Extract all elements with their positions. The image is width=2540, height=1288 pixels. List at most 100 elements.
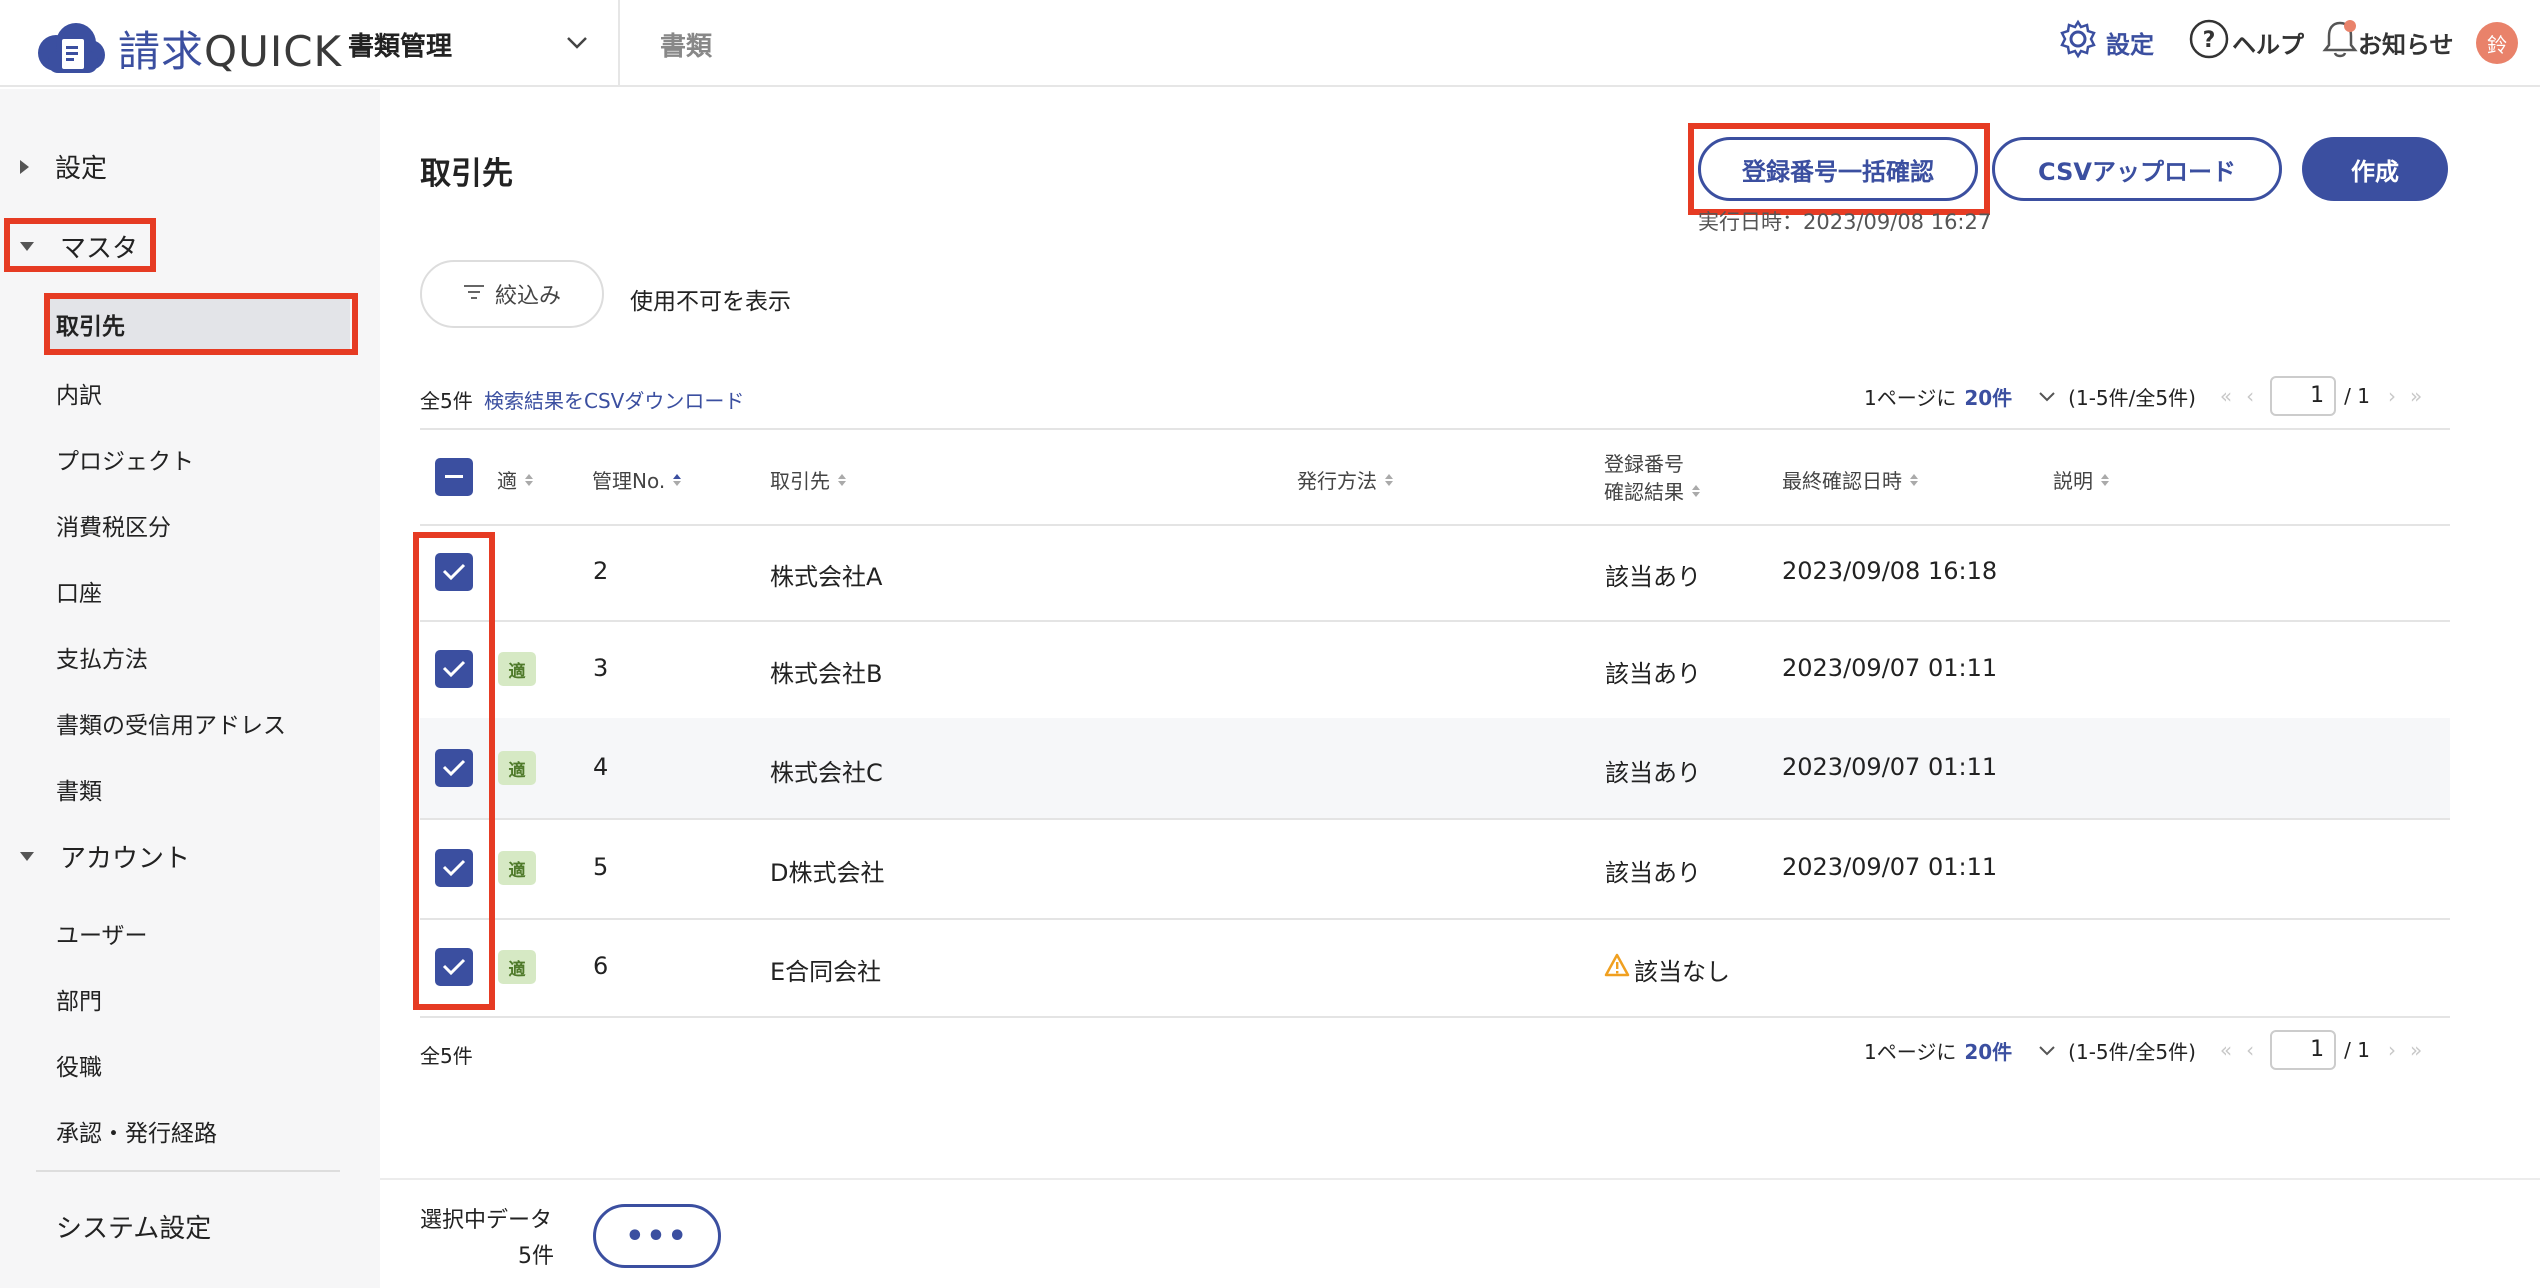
checkmark-icon: [442, 759, 466, 777]
page-input[interactable]: 1: [2270, 376, 2337, 416]
sidebar-item-payment-methods[interactable]: 支払方法: [56, 640, 148, 674]
sidebar-item-clients[interactable]: 取引先: [48, 299, 350, 349]
help-button[interactable]: ? ヘルプ: [2188, 18, 2304, 66]
sidebar-item-departments[interactable]: 部門: [56, 982, 102, 1016]
row-checkbox[interactable]: [435, 650, 473, 688]
page-input[interactable]: 1: [2270, 1030, 2337, 1070]
row-checkbox[interactable]: [435, 948, 473, 986]
sidebar-item-breakdown[interactable]: 内訳: [56, 376, 102, 410]
chevron-down-icon[interactable]: [2038, 1038, 2056, 1062]
avatar[interactable]: 鈴: [2476, 22, 2518, 64]
cell-registration-result: 該当あり: [1605, 660, 1701, 688]
prev-page-icon[interactable]: ‹: [2246, 384, 2254, 408]
sort-icon: [1385, 473, 1393, 487]
cell-management-no: 5: [593, 853, 609, 881]
sidebar-item-accounts[interactable]: 口座: [56, 574, 102, 608]
row-checkbox[interactable]: [435, 553, 473, 591]
logo-suffix: QUICK: [204, 27, 343, 76]
column-header-no[interactable]: 管理No.: [592, 465, 682, 494]
caret-right-icon: [20, 159, 29, 174]
column-header-client[interactable]: 取引先: [770, 465, 846, 494]
cell-last-check-date: 2023/09/08 16:18: [1782, 557, 1998, 585]
filter-label: 絞込み: [494, 284, 561, 309]
sort-icon: [673, 473, 682, 487]
cell-client-name[interactable]: D株式会社: [770, 853, 884, 888]
csv-download-link[interactable]: 検索結果をCSVダウンロード: [484, 385, 744, 414]
page-title: 取引先: [420, 156, 513, 192]
cell-registration-result: 該当あり: [1605, 563, 1701, 591]
caret-down-icon: [20, 242, 34, 251]
sidebar-item-documents[interactable]: 書類: [56, 772, 102, 806]
chevron-down-icon: [566, 35, 588, 54]
last-page-icon[interactable]: »: [2410, 1038, 2422, 1062]
per-page-select[interactable]: 20件: [1964, 1036, 2012, 1065]
column-header-label: 発行方法: [1297, 469, 1377, 493]
notifications-button[interactable]: お知らせ: [2322, 18, 2454, 66]
app-logo[interactable]: 請求QUICK: [34, 18, 342, 79]
sidebar-item-users[interactable]: ユーザー: [56, 916, 148, 950]
module-select[interactable]: 書類管理: [348, 22, 588, 66]
pagination-top: 1ページに 20件 (1-5件/全5件) « ‹ 1 / 1 › »: [1864, 376, 2422, 416]
cell-last-check-date: 2023/09/07 01:11: [1782, 654, 1998, 682]
last-page-icon[interactable]: »: [2410, 384, 2422, 408]
page-total: / 1: [2344, 1038, 2370, 1062]
range-text: (1-5件/全5件): [2068, 1039, 2196, 1064]
show-disabled-toggle[interactable]: 使用不可を表示: [630, 282, 791, 316]
pagination-bottom: 1ページに 20件 (1-5件/全5件) « ‹ 1 / 1 › »: [1864, 1030, 2422, 1070]
sidebar-section-settings[interactable]: 設定: [0, 148, 107, 185]
create-button[interactable]: 作成: [2302, 137, 2448, 201]
sidebar-item-positions[interactable]: 役職: [56, 1048, 102, 1082]
sidebar-item-approval-routes[interactable]: 承認・発行経路: [56, 1114, 217, 1148]
table-row[interactable]: [420, 918, 2450, 1016]
sidebar-section-label: 設定: [55, 154, 108, 184]
page-total: / 1: [2344, 384, 2370, 408]
first-page-icon[interactable]: «: [2220, 1038, 2232, 1062]
cell-client-name[interactable]: 株式会社A: [770, 557, 882, 592]
column-header-method[interactable]: 発行方法: [1297, 465, 1393, 494]
notifications-label: お知らせ: [2358, 30, 2454, 59]
cell-client-name[interactable]: E合同会社: [770, 952, 881, 987]
sidebar-item-receiving-address[interactable]: 書類の受信用アドレス: [56, 706, 286, 740]
sidebar-section-master[interactable]: マスタ: [0, 228, 138, 265]
column-header-label: 説明: [2053, 469, 2093, 493]
first-page-icon[interactable]: «: [2220, 384, 2232, 408]
settings-button[interactable]: 設定: [2058, 18, 2154, 66]
column-header-registration[interactable]: 登録番号 確認結果: [1604, 450, 1700, 506]
per-page-select[interactable]: 20件: [1964, 382, 2012, 411]
more-actions-button[interactable]: •••: [593, 1204, 721, 1268]
header-tab-documents[interactable]: 書類: [660, 26, 712, 63]
bulk-registration-check-button[interactable]: 登録番号一括確認: [1698, 137, 1978, 201]
chevron-down-icon[interactable]: [2038, 384, 2056, 408]
checkmark-icon: [442, 660, 466, 678]
sidebar-section-account[interactable]: アカウント: [0, 838, 190, 875]
next-page-icon[interactable]: ›: [2388, 1038, 2396, 1062]
cell-client-name[interactable]: 株式会社B: [770, 654, 882, 689]
sidebar-item-projects[interactable]: プロジェクト: [56, 442, 194, 476]
select-all-checkbox[interactable]: [435, 458, 473, 496]
prev-page-icon[interactable]: ‹: [2246, 1038, 2254, 1062]
table-row[interactable]: [420, 524, 2450, 620]
table-row[interactable]: [420, 718, 2450, 818]
sort-icon: [2101, 473, 2109, 487]
range-text: (1-5件/全5件): [2068, 385, 2196, 410]
filter-icon: [463, 282, 485, 307]
table-row[interactable]: [420, 620, 2450, 718]
execution-time: 実行日時：2023/09/08 16:27: [1698, 210, 1992, 234]
row-checkbox[interactable]: [435, 749, 473, 787]
column-header-last-check[interactable]: 最終確認日時: [1782, 465, 1918, 494]
qualified-invoice-badge: 適: [498, 950, 536, 984]
next-page-icon[interactable]: ›: [2388, 384, 2396, 408]
cell-registration-result: 該当あり: [1605, 759, 1701, 787]
per-page-prefix: 1ページに: [1864, 385, 1957, 410]
table-row[interactable]: [420, 818, 2450, 918]
sidebar-item-system-settings[interactable]: システム設定: [56, 1208, 211, 1245]
sidebar-item-tax-categories[interactable]: 消費税区分: [56, 508, 171, 542]
qualified-invoice-badge: 適: [498, 751, 536, 785]
filter-button[interactable]: 絞込み: [420, 260, 604, 328]
column-header-description[interactable]: 説明: [2053, 465, 2109, 494]
column-header-tekikaku[interactable]: 適: [497, 465, 533, 494]
column-header-label: 管理No.: [592, 469, 666, 493]
row-checkbox[interactable]: [435, 849, 473, 887]
csv-upload-button[interactable]: CSVアップロード: [1992, 137, 2282, 201]
cell-client-name[interactable]: 株式会社C: [770, 753, 883, 788]
